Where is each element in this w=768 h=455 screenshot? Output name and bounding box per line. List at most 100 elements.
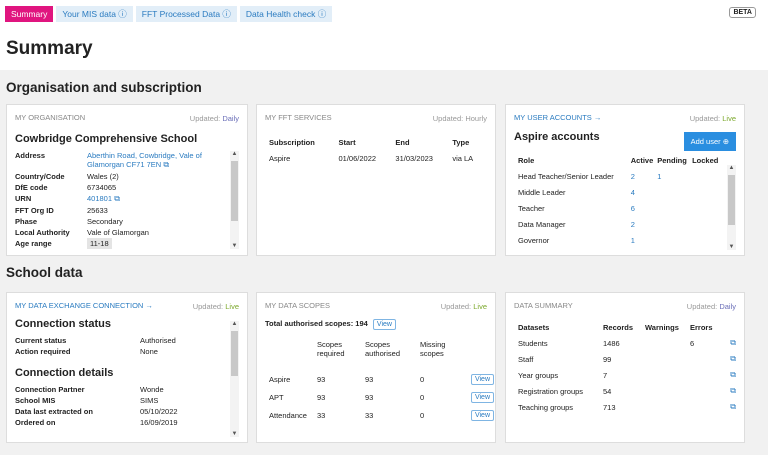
view-scope-button[interactable]: View: [470, 373, 494, 385]
scrollbar[interactable]: ▲ ▼: [230, 151, 239, 249]
table-row: Year groups 7 ⧉: [518, 367, 736, 383]
user-count-link[interactable]: [692, 232, 723, 248]
field-value: 05/10/2022: [140, 407, 178, 416]
table-row: Aspire 93 93 0 View: [269, 370, 494, 388]
user-count-link[interactable]: [692, 216, 723, 232]
user-accounts-table: Role Active Pending Locked Head Teacher/Seni…: [518, 152, 723, 248]
table-cell: via LA: [452, 153, 474, 163]
column-header: Pending: [657, 155, 687, 165]
external-link-icon[interactable]: ⧉: [730, 338, 736, 347]
updated-status: Updated: Live: [690, 114, 736, 123]
age-range-badge: 11-18: [87, 238, 112, 249]
column-header: Type: [452, 137, 470, 147]
updated-status: Updated: Daily: [687, 302, 736, 311]
table-row: DfE code 6734065: [15, 182, 220, 193]
table-cell: [690, 383, 720, 399]
user-count-link[interactable]: [657, 232, 692, 248]
table-row: Head Teacher/Senior Leader 2 1: [518, 168, 723, 184]
column-header: End: [395, 137, 410, 147]
table-header: Datasets Records Warnings Errors: [518, 319, 736, 335]
column-header: Missing scopes: [420, 340, 446, 358]
field-value: Vale of Glamorgan: [87, 228, 149, 237]
field-value[interactable]: 401801 ⧉: [87, 193, 220, 205]
table-cell: Attendance: [269, 410, 307, 420]
table-row: Local Authority Vale of Glamorgan: [15, 227, 220, 238]
table-cell: 93: [317, 392, 326, 402]
column-header: Records: [603, 322, 634, 332]
column-header: Errors: [690, 322, 713, 332]
field-label: Address: [15, 151, 46, 160]
tab-summary[interactable]: Summary: [5, 6, 54, 22]
field-value[interactable]: Aberthin Road, Cowbridge, Vale of Glamor…: [87, 150, 220, 171]
updated-label: Updated:: [689, 114, 721, 123]
table-cell: 93: [365, 392, 374, 402]
updated-label: Updated:: [192, 302, 224, 311]
table-cell: 0: [420, 374, 425, 384]
table-row: Ordered on 16/09/2019: [15, 417, 220, 428]
table-cell: 713: [603, 402, 616, 412]
column-header: Datasets: [518, 322, 550, 332]
field-label: Connection Partner: [15, 385, 85, 394]
field-value: Secondary: [87, 217, 123, 226]
user-count-link[interactable]: 2: [631, 216, 658, 232]
field-value: Authorised: [140, 336, 176, 345]
user-count-link[interactable]: [657, 184, 692, 200]
table-row: FFT Org ID 25633: [15, 205, 220, 216]
external-link-icon[interactable]: ⧉: [730, 370, 736, 379]
table-row: Aspire 01/06/2022 31/03/2023 via LA: [269, 150, 484, 166]
user-count-link[interactable]: 2: [631, 168, 658, 184]
table-row: Age range 11-18: [15, 238, 220, 249]
scrollbar[interactable]: ▲ ▼: [230, 321, 239, 437]
user-count-link[interactable]: 6: [631, 200, 658, 216]
table-cell: Aspire: [269, 153, 291, 163]
field-value: None: [140, 347, 158, 356]
table-row: Data last extracted on 05/10/2022: [15, 406, 220, 417]
field-label: Current status: [15, 336, 67, 345]
user-count-link[interactable]: 1: [657, 168, 692, 184]
user-count-link[interactable]: [657, 200, 692, 216]
scrollbar[interactable]: ▲ ▼: [727, 165, 736, 250]
external-link-icon[interactable]: ⧉: [730, 386, 736, 395]
table-row: Data Manager 2: [518, 216, 723, 232]
table-row: Country/Code Wales (2): [15, 171, 220, 182]
total-scopes-text: Total authorised scopes: 194: [265, 319, 368, 328]
table-cell: [645, 351, 690, 367]
tab-fft-processed-data[interactable]: FFT Processed Data ⓘ: [135, 6, 237, 22]
column-header: [269, 340, 317, 370]
field-value: 6734065: [87, 183, 117, 192]
user-count-link[interactable]: [657, 216, 692, 232]
view-all-scopes-button[interactable]: View: [372, 319, 396, 330]
table-cell: 33: [365, 410, 374, 420]
header: Summary Your MIS data ⓘ FFT Processed Da…: [0, 0, 768, 70]
tab-data-health-check[interactable]: Data Health check ⓘ: [239, 6, 333, 22]
external-link-icon[interactable]: ⧉: [112, 194, 120, 203]
field-label: URN: [15, 194, 32, 203]
table-cell: [645, 383, 690, 399]
field-value: SIMS: [140, 396, 159, 405]
field-label: Ordered on: [15, 418, 56, 427]
user-count-link[interactable]: [692, 184, 723, 200]
table-cell: 99: [603, 354, 612, 364]
user-count-link[interactable]: 1: [631, 232, 658, 248]
user-count-link[interactable]: [692, 200, 723, 216]
add-user-button[interactable]: Add user ⊕: [683, 132, 736, 151]
external-link-icon[interactable]: ⧉: [161, 160, 169, 169]
view-scope-button[interactable]: View: [470, 409, 494, 421]
user-count-link[interactable]: 4: [631, 184, 658, 200]
column-header: Locked: [692, 155, 719, 165]
external-link-icon[interactable]: ⧉: [730, 354, 736, 363]
user-count-link[interactable]: [692, 168, 723, 184]
external-link-icon[interactable]: ⧉: [730, 402, 736, 411]
tab-your-mis-data[interactable]: Your MIS data ⓘ: [56, 6, 133, 22]
table-cell: [645, 399, 690, 415]
table-row: Teacher 6: [518, 200, 723, 216]
update-frequency: Hourly: [465, 114, 487, 123]
table-row: Staff 99 ⧉: [518, 351, 736, 367]
school-name: Cowbridge Comprehensive School: [15, 133, 198, 145]
column-header: Scopes required: [317, 340, 345, 358]
data-exchange-card: MY DATA EXCHANGE CONNECTION → Updated: L…: [6, 292, 248, 443]
view-scope-button[interactable]: View: [470, 391, 494, 403]
field-value: Wales (2): [87, 172, 119, 181]
table-row: Registration groups 54 ⧉: [518, 383, 736, 399]
table-row: Current status Authorised: [15, 335, 220, 346]
